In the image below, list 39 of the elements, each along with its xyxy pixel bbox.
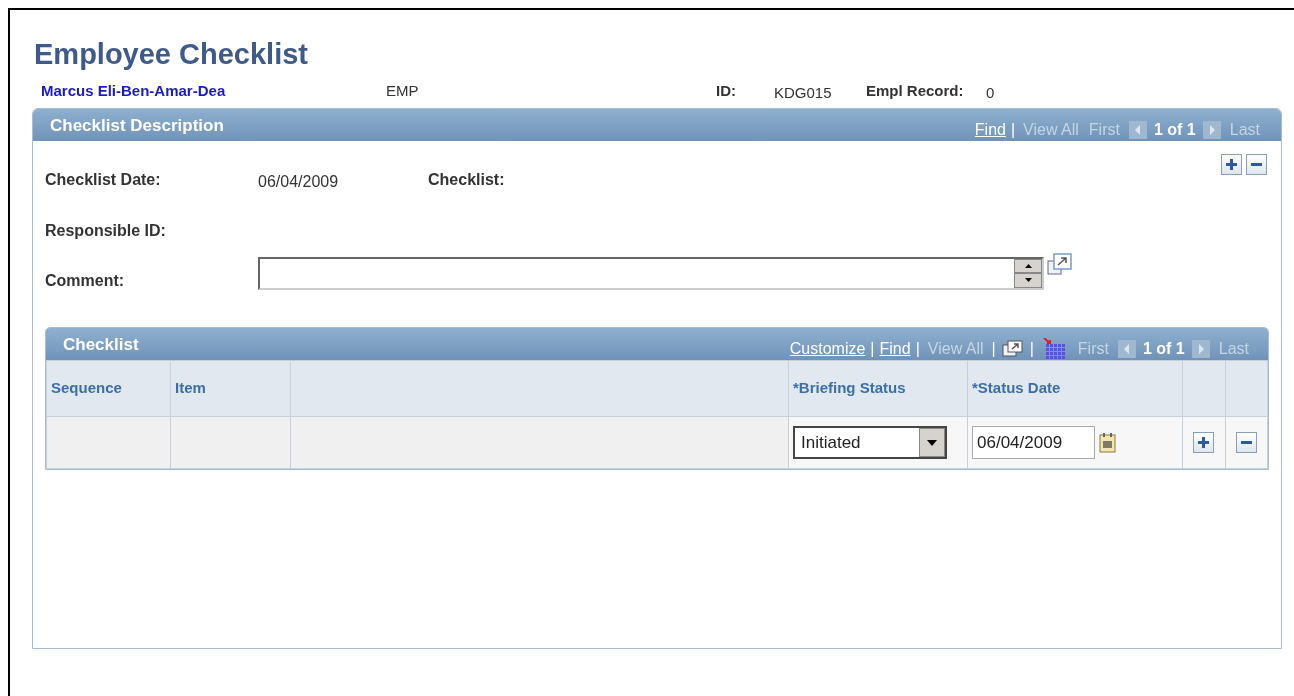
field-label: Checklist: bbox=[428, 170, 505, 190]
nav-separator: | bbox=[915, 339, 920, 359]
status-dropdown[interactable]: Initiated bbox=[793, 426, 947, 459]
employee-type: EMP bbox=[386, 80, 420, 101]
record-value: 0 bbox=[986, 82, 995, 103]
field-label: Comment: bbox=[45, 271, 126, 291]
row-counter: 1 of 1 bbox=[1142, 339, 1185, 359]
comment-field[interactable] bbox=[258, 256, 1044, 290]
column-header: Item bbox=[170, 360, 291, 417]
page-title: Employee Checklist bbox=[33, 37, 309, 72]
delete-row-button[interactable] bbox=[1235, 432, 1257, 453]
add-row-button[interactable] bbox=[1193, 432, 1215, 453]
section-title: Checklist Description bbox=[50, 115, 224, 137]
id-value: KDG015 bbox=[774, 82, 833, 103]
nav-separator: | bbox=[991, 339, 996, 359]
spin-button-icon[interactable] bbox=[1014, 258, 1042, 288]
nav-separator: | bbox=[870, 339, 875, 359]
column-header: *Status Date bbox=[967, 360, 1183, 417]
calendar-icon[interactable] bbox=[1099, 431, 1117, 454]
field-label: Checklist Date: bbox=[45, 170, 162, 190]
field-label: Responsible ID: bbox=[45, 221, 167, 241]
date-field[interactable]: 06/04/2009 bbox=[972, 426, 1095, 459]
section-title: Checklist bbox=[63, 334, 139, 356]
id-label: ID: bbox=[716, 80, 737, 101]
caret-icon bbox=[927, 439, 937, 446]
plus-icon bbox=[1225, 158, 1238, 171]
column-header: Sequence bbox=[46, 360, 171, 417]
column-header: *Briefing Status bbox=[788, 360, 968, 417]
field-value: 06/04/2009 bbox=[258, 172, 339, 192]
delete-button[interactable] bbox=[1246, 154, 1267, 175]
popup-icon[interactable] bbox=[1047, 253, 1073, 277]
row-counter: 1 of 1 bbox=[1153, 120, 1196, 140]
record-label: Empl Record: bbox=[866, 80, 965, 101]
nav-separator: | bbox=[1010, 120, 1016, 140]
popup-icon[interactable] bbox=[1001, 340, 1024, 358]
nav-separator: | bbox=[1029, 339, 1034, 359]
employee-name-link[interactable]: Marcus Eli-Ben-Amar-Dea bbox=[41, 79, 386, 103]
add-button[interactable] bbox=[1221, 154, 1242, 175]
plus-icon bbox=[1197, 436, 1211, 449]
